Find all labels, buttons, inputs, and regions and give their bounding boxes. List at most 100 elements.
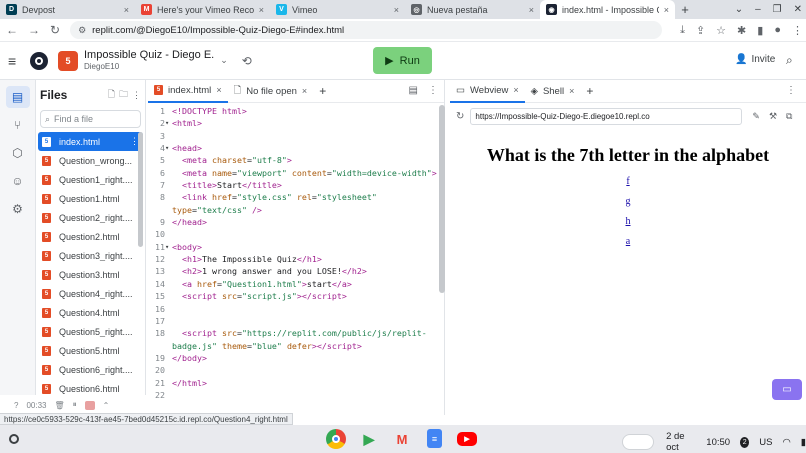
editor-scrollbar[interactable] (439, 105, 445, 293)
close-icon[interactable]: × (569, 86, 574, 96)
answer-option-link[interactable]: a (450, 236, 806, 247)
new-file-icon[interactable]: 🗋 (108, 87, 115, 103)
answer-option-link[interactable]: h (450, 216, 806, 227)
find-file-input[interactable]: ⌕ Find a file (40, 110, 141, 128)
tab-webview[interactable]: ▭ Webview × (450, 80, 525, 103)
tab-shell[interactable]: ◈ Shell × (525, 80, 581, 103)
project-title[interactable]: Impossible Quiz - Diego E. DiegoE10 (84, 49, 214, 72)
file-item[interactable]: 5 Question5_right.... (36, 322, 145, 341)
forward-icon[interactable]: → (28, 23, 40, 37)
browser-tab[interactable]: V Vimeo × (270, 0, 405, 19)
files-menu-icon[interactable]: ⋮ (132, 90, 141, 101)
status-tray[interactable]: 2 de oct 10:50 2 US ◠ ▮ (622, 431, 806, 453)
record-icon[interactable] (84, 400, 95, 410)
file-item[interactable]: 5 Question1.html (36, 189, 145, 208)
tab-search-icon[interactable]: ⌄ (735, 4, 743, 15)
menu-dots-icon[interactable]: ⋮ (792, 24, 803, 37)
close-icon[interactable]: × (124, 5, 129, 15)
packages-icon[interactable]: ⬡ (6, 142, 30, 164)
new-folder-icon[interactable]: 🗀 (119, 87, 128, 103)
file-item[interactable]: 5 Question2_right.... (36, 208, 145, 227)
profile-icon[interactable]: ● (774, 24, 781, 37)
file-item[interactable]: 5 Question4_right.... (36, 284, 145, 303)
browser-tab[interactable]: M Here's your Vimeo Record insi × (135, 0, 270, 19)
restore-icon[interactable]: ❐ (773, 4, 782, 15)
media-tray-pill[interactable] (622, 434, 655, 450)
format-icon[interactable]: ▤ (409, 85, 418, 96)
side-panel-icon[interactable]: ▮ (757, 24, 763, 37)
browser-tab[interactable]: ◉ index.html - Impossible Q × (540, 0, 675, 19)
new-tab-button[interactable]: + (675, 0, 695, 19)
replit-logo[interactable] (30, 51, 48, 70)
answer-option-link[interactable]: f (450, 176, 806, 187)
close-icon[interactable]: × (394, 5, 399, 15)
close-icon[interactable]: × (216, 85, 221, 95)
tab-index-html[interactable]: 5 index.html × (148, 80, 228, 103)
share-icon[interactable]: ⇪ (696, 24, 705, 37)
files-tool-icon[interactable]: ▤ (5, 86, 30, 108)
files-scrollbar[interactable] (138, 132, 143, 247)
reload-icon[interactable]: ↻ (50, 23, 60, 37)
add-tab-icon[interactable]: + (586, 84, 593, 98)
browser-tab[interactable]: D Devpost × (0, 0, 135, 19)
reload-icon[interactable]: ↻ (456, 111, 464, 122)
edit-pencil-icon[interactable]: ✎ (752, 111, 760, 122)
collapse-icon[interactable]: ⌃ (103, 401, 110, 410)
back-icon[interactable]: ← (6, 23, 18, 37)
play-store-app-icon[interactable]: ▶ (359, 429, 379, 449)
file-item[interactable]: 5 Question5.html (36, 341, 145, 360)
site-info-icon[interactable]: ⚙ (78, 25, 86, 36)
search-icon[interactable]: ⌕ (786, 53, 793, 68)
open-new-window-icon[interactable]: ⧉ (786, 111, 792, 122)
help-icon[interactable]: ? (14, 401, 18, 410)
address-bar[interactable]: ⚙ replit.com/@DiegoE10/Impossible-Quiz-D… (70, 21, 663, 39)
invite-button[interactable]: 👤 Invite (735, 54, 775, 65)
fold-toggle-icon[interactable]: ▾ (165, 142, 172, 154)
close-icon[interactable]: × (302, 86, 307, 96)
date-label: 2 de oct (666, 431, 685, 453)
extensions-icon[interactable]: ✱ (737, 24, 746, 37)
trash-icon[interactable]: 🗑 (54, 401, 64, 410)
file-item[interactable]: 5 Question3_right.... (36, 246, 145, 265)
webview-menu-icon[interactable]: ⋮ (786, 85, 796, 96)
close-icon[interactable]: × (664, 5, 669, 15)
browser-tab[interactable]: ◎ Nueva pestaña × (405, 0, 540, 19)
pause-icon[interactable]: ⏸ (73, 400, 77, 410)
chat-button[interactable]: ▭ (772, 379, 802, 400)
chrome-app-icon[interactable] (326, 429, 346, 449)
hamburger-menu-icon[interactable]: ≡ (8, 53, 22, 69)
version-control-icon[interactable]: ⑂ (6, 114, 30, 136)
file-item[interactable]: 5 Question2.html (36, 227, 145, 246)
account-icon[interactable]: ☺ (6, 170, 30, 192)
history-icon[interactable]: ⟲ (242, 54, 252, 68)
editor-menu-icon[interactable]: ⋮ (428, 85, 438, 96)
settings-gear-icon[interactable]: ⚙ (6, 198, 30, 220)
close-window-icon[interactable]: ✕ (794, 4, 802, 15)
file-item[interactable]: 5 Question4.html (36, 303, 145, 322)
devtools-wrench-icon[interactable]: ⚒ (769, 111, 777, 122)
launcher-icon[interactable] (9, 434, 19, 444)
gmail-app-icon[interactable]: M (392, 429, 412, 449)
file-item[interactable]: 5 Question3.html (36, 265, 145, 284)
close-icon[interactable]: × (513, 85, 518, 95)
code-area[interactable]: 1 <!DOCTYPE html> 2 ▾ <html> 3 4 ▾ <head> 5 <meta… (148, 105, 438, 401)
install-icon[interactable]: ⤓ (680, 24, 685, 37)
close-icon[interactable]: × (529, 5, 534, 15)
webview-url-input[interactable]: https://Impossible-Quiz-Diego-E.diegoe10… (470, 107, 743, 125)
file-item[interactable]: 5 Question1_right.... (36, 170, 145, 189)
bookmark-star-icon[interactable]: ☆ (716, 24, 726, 37)
close-icon[interactable]: × (259, 5, 264, 15)
add-tab-icon[interactable]: + (319, 84, 326, 98)
file-item[interactable]: 5 Question_wrong... (36, 151, 145, 170)
file-item[interactable]: 5 Question6_right.... (36, 360, 145, 379)
fold-toggle-icon[interactable]: ▾ (165, 117, 172, 129)
file-item[interactable]: 5 index.html ⋮ (38, 132, 143, 151)
docs-app-icon[interactable]: ≡ (427, 429, 442, 448)
fold-toggle-icon[interactable]: ▾ (165, 241, 172, 253)
answer-option-link[interactable]: g (450, 196, 806, 207)
minimize-icon[interactable]: – (755, 4, 761, 15)
run-button[interactable]: ▶ Run (373, 47, 432, 74)
chevron-down-icon[interactable]: ⌄ (220, 55, 228, 66)
youtube-app-icon[interactable]: ▶ (457, 432, 477, 446)
tab-no-file[interactable]: 🗋 No file open × (228, 80, 314, 103)
